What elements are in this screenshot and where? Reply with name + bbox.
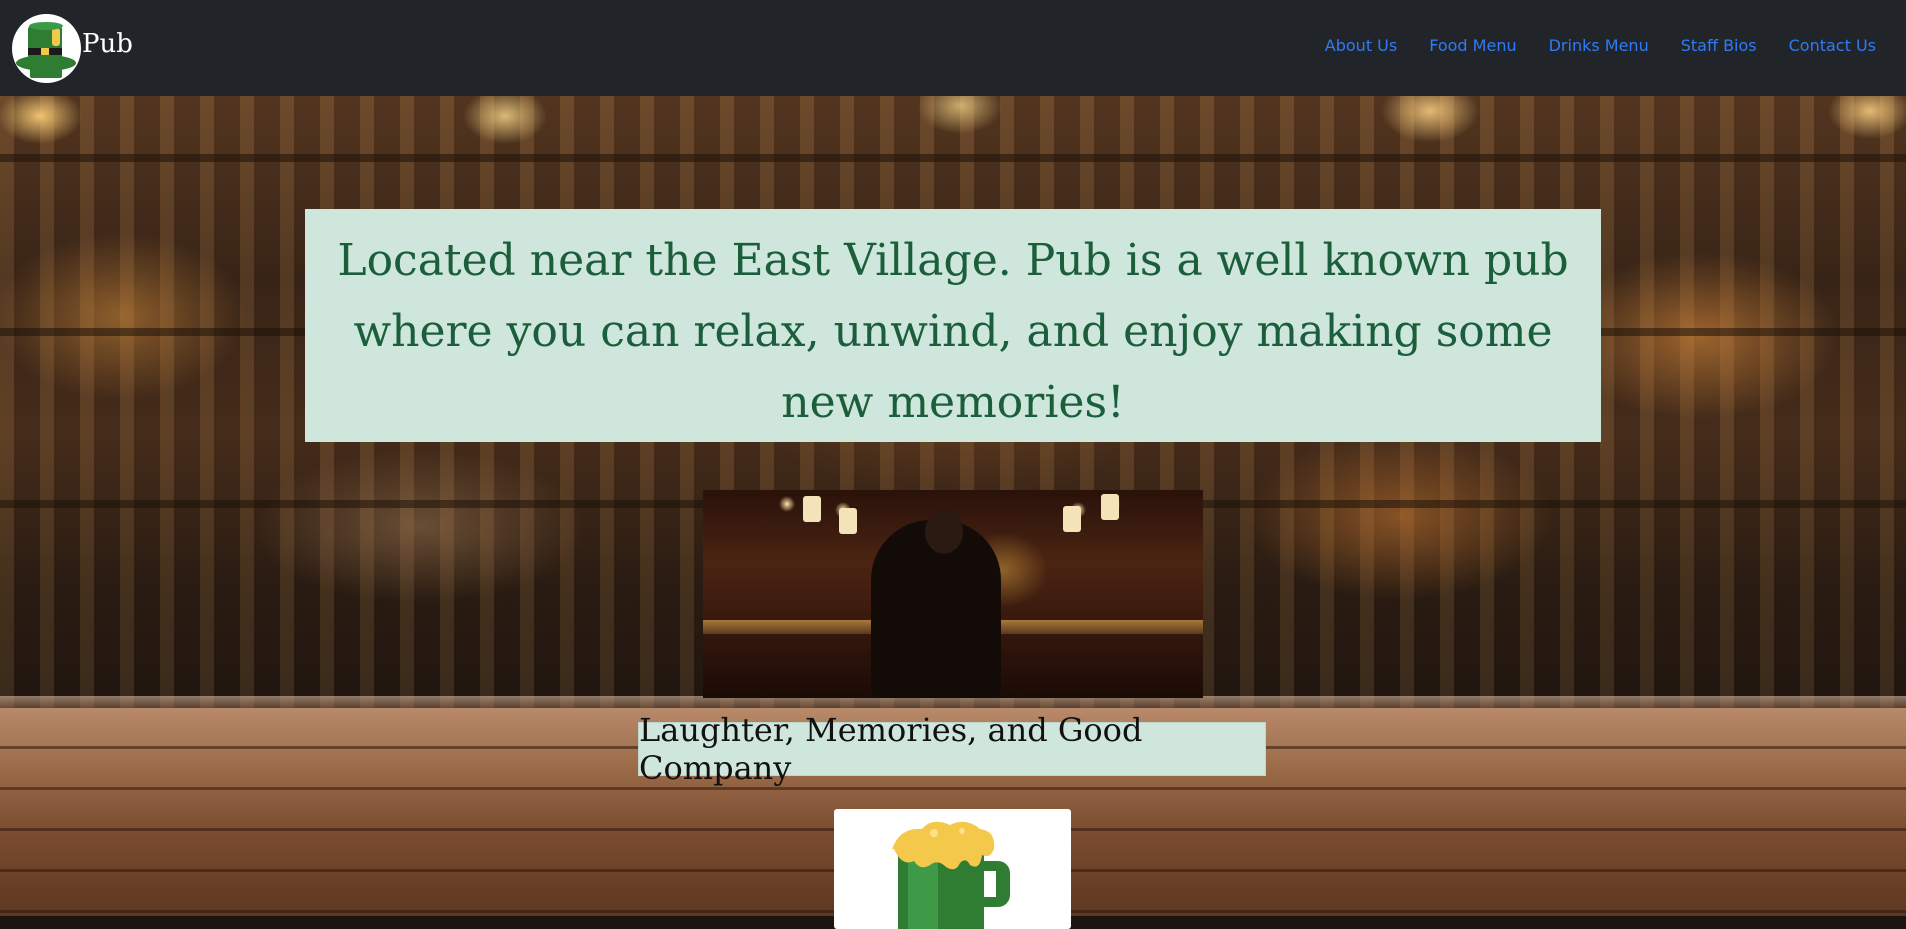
brand-link[interactable]: Pub	[12, 13, 133, 83]
nav-about-us[interactable]: About Us	[1325, 36, 1397, 55]
nav-drinks-menu[interactable]: Drinks Menu	[1549, 36, 1649, 55]
intro-text: Located near the East Village. Pub is a …	[337, 235, 1569, 428]
nav-links: About Us Food Menu Drinks Menu Staff Bio…	[1325, 36, 1876, 55]
beer-mug-icon	[892, 821, 1010, 929]
tagline-panel: Laughter, Memories, and Good Company	[638, 711, 1266, 787]
pub-hat-logo-icon	[12, 13, 81, 83]
lamp-light	[1063, 506, 1081, 532]
intro-panel: Located near the East Village. Pub is a …	[305, 209, 1601, 442]
tagline-text: Laughter, Memories, and Good Company	[639, 711, 1143, 787]
bar-photo	[703, 490, 1203, 698]
nav-staff-bios[interactable]: Staff Bios	[1681, 36, 1757, 55]
lamp-light	[839, 508, 857, 534]
lamp-light	[803, 496, 821, 522]
beer-mug-logo-card	[834, 809, 1071, 929]
lamp-light	[1101, 494, 1119, 520]
shelf-divider	[0, 154, 1906, 162]
man-head	[925, 510, 963, 554]
nav-food-menu[interactable]: Food Menu	[1429, 36, 1516, 55]
nav-contact-us[interactable]: Contact Us	[1789, 36, 1876, 55]
navbar: Pub About Us Food Menu Drinks Menu Staff…	[0, 0, 1906, 96]
brand-name: Pub	[82, 29, 133, 59]
